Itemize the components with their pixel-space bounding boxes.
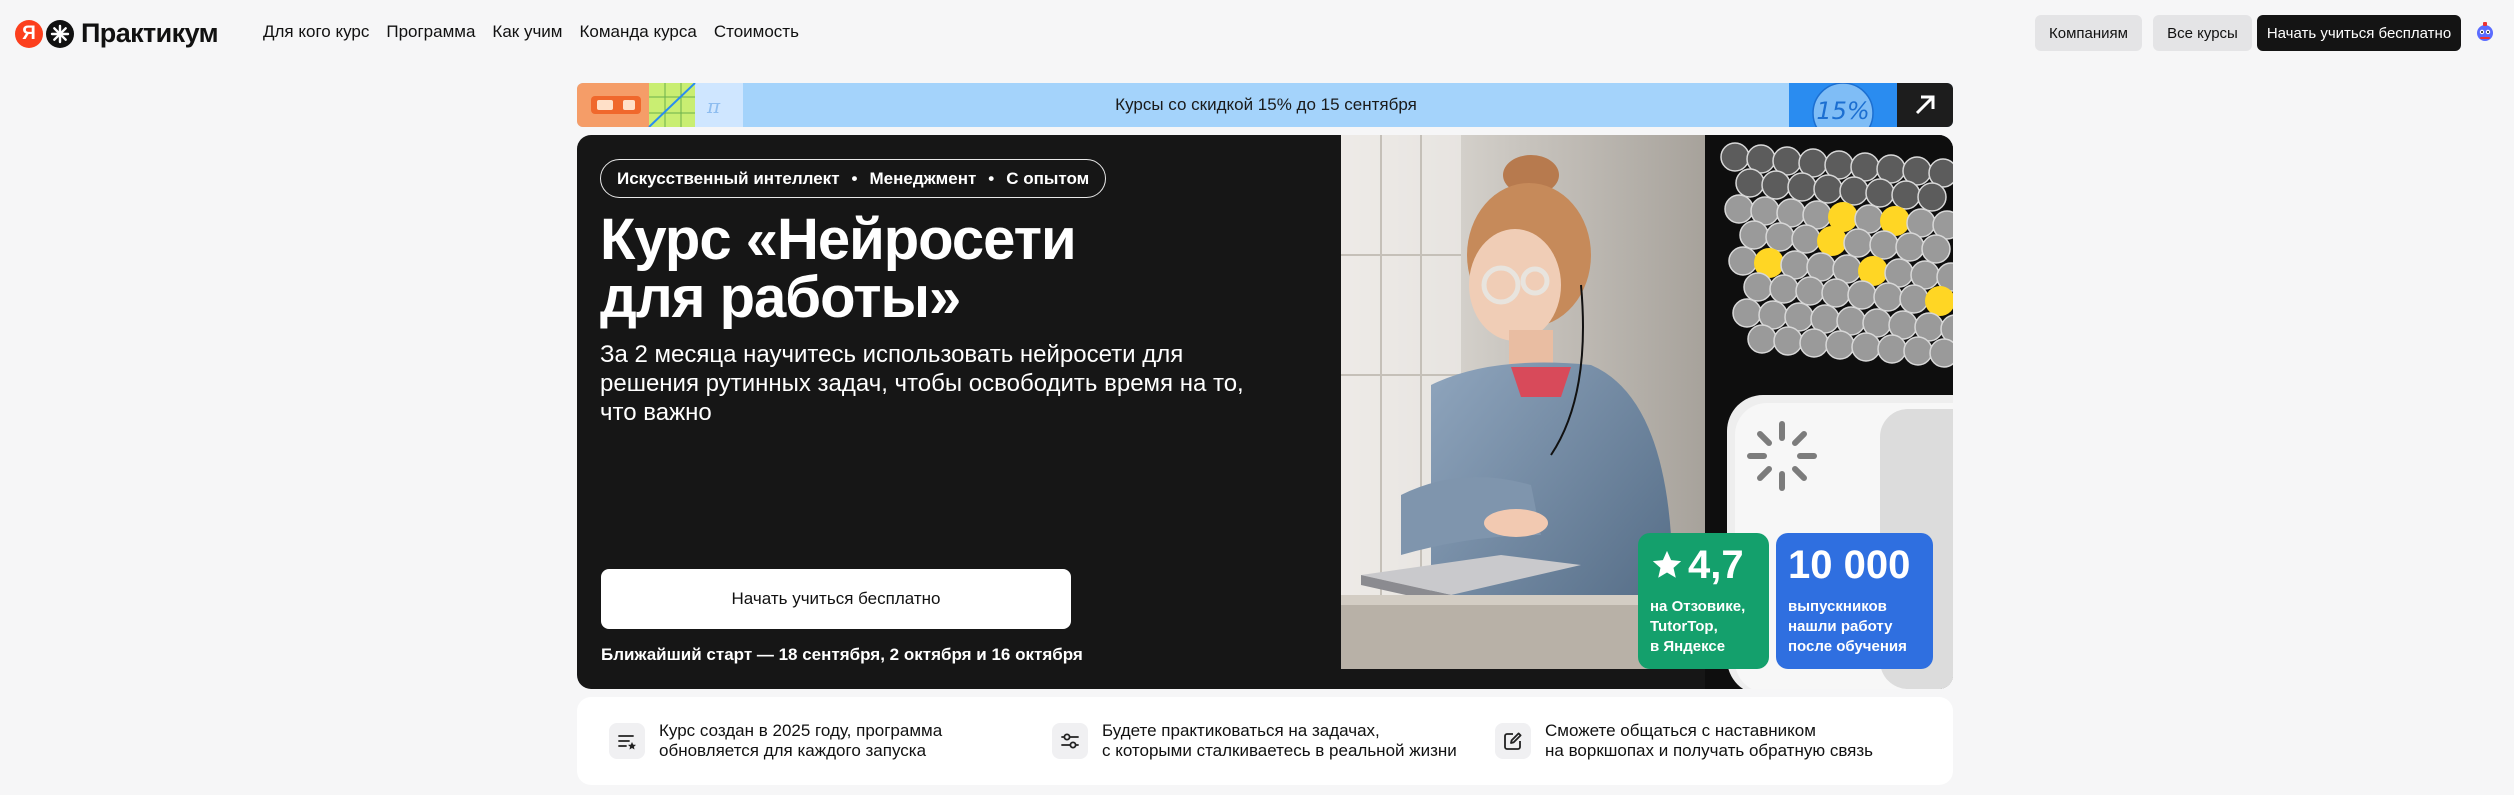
hero-subtitle: За 2 месяца научитесь использовать нейро… [600,341,1244,426]
tag-management: Менеджмент [869,168,977,188]
decorative-dot [1899,284,1929,314]
tag-ai: Искусственный интеллект [617,168,840,188]
decorative-dot [1761,170,1791,200]
site-header: Я Практикум Для кого курс Программа Как … [0,0,2514,64]
decorative-dot [1821,278,1851,308]
decorative-dot [1813,174,1843,204]
decorative-dot [1739,220,1769,250]
decorative-dot [1787,172,1817,202]
feature-item: Курс создан в 2025 году, программа обнов… [609,697,942,785]
decorative-dot [1921,234,1951,264]
decorative-dot [1929,338,1953,368]
decorative-dot [1728,246,1758,276]
decorative-dot [1843,228,1873,258]
feature-item: Сможете общаться с наставником на воркшо… [1495,697,1873,785]
decorative-dot [1895,232,1925,262]
nav-price[interactable]: Стоимость [714,20,799,44]
decorative-dot [1735,168,1765,198]
decorative-dot [1724,194,1754,224]
tag-experienced: С опытом [1006,168,1090,188]
title-line-1: Курс «Нейросети [600,207,1077,272]
decorative-dot [1773,326,1803,356]
user-avatar-icon[interactable] [2473,20,2497,44]
header-start-free-button[interactable]: Начать учиться бесплатно [2257,15,2461,51]
nav-program[interactable]: Программа [386,20,475,44]
graduates-value: 10 000 [1788,543,1911,587]
nav-team[interactable]: Команда курса [579,20,696,44]
hero-section: Искусственный интеллект • Менеджмент • С… [577,135,1953,689]
svg-text:π: π [706,94,721,118]
list-star-icon [609,723,645,759]
promo-text: Курсы со скидкой 15% до 15 сентября [1115,95,1417,114]
decorative-dot [1877,334,1907,364]
companies-button[interactable]: Компаниям [2035,15,2142,51]
decorative-dot [1732,298,1762,328]
decorative-dot [1873,282,1903,312]
yandex-logo-icon: Я [15,19,43,48]
graduates-text: выпускников нашли работу после обучения [1788,598,1907,655]
graduates-card: 10 000 выпускников нашли работу после об… [1776,533,1933,669]
decorative-dot [1747,324,1777,354]
decorative-dot [1847,280,1877,310]
praktikum-star-icon [46,19,74,48]
course-tags: Искусственный интеллект • Менеджмент • С… [600,159,1107,198]
decorative-dot [1799,328,1829,358]
dots-illustration-icon [1705,135,1953,379]
title-line-2: для работы» [600,265,961,330]
rating-text: на Отзовике, TutorTop, в Яндексе [1650,598,1746,655]
decorative-dot [1795,276,1825,306]
promo-banner[interactable]: π Курсы со скидкой 15% до 15 сентября 15… [577,83,1953,127]
decorative-dot [1917,182,1947,212]
main-nav: Для кого курс Программа Как учим Команда… [263,20,816,44]
decorative-dot [1869,230,1899,260]
discount-badge-text: 15% [1816,97,1869,125]
page-title: Курс «Нейросети для работы» [600,211,1300,327]
decorative-dot [1839,176,1869,206]
feature-item: Будете практиковаться на задачах, с кото… [1052,697,1457,785]
nav-for-whom[interactable]: Для кого курс [263,20,369,44]
decorative-dot [1817,226,1847,256]
decorative-dot [1743,272,1773,302]
decorative-dot [1891,180,1921,210]
logo-link[interactable]: Я Практикум [15,18,219,49]
star-icon [1652,550,1682,578]
logo-text: Практикум [81,18,219,48]
decorative-dot [1765,222,1795,252]
rating-value: 4,7 [1688,543,1744,587]
sliders-icon [1052,723,1088,759]
decorative-dot [1865,178,1895,208]
rating-card: 4,7 на Отзовике, TutorTop, в Яндексе [1638,533,1769,669]
edit-icon [1495,723,1531,759]
all-courses-button[interactable]: Все курсы [2153,15,2252,51]
decorative-dot [1851,332,1881,362]
decorative-dot [1769,274,1799,304]
arrow-up-right-icon[interactable] [1897,83,1953,127]
nearest-start-dates: Ближайший старт — 18 сентября, 2 октября… [601,645,1083,664]
decorative-dot [1720,142,1750,172]
decorative-dot [1903,336,1933,366]
features-strip: Курс создан в 2025 году, программа обнов… [577,697,1953,785]
discount-badge-icon: 15% [1789,83,1897,127]
decorative-dot [1791,224,1821,254]
hero-start-free-button[interactable]: Начать учиться бесплатно [601,569,1071,629]
nav-how-we-teach[interactable]: Как учим [492,20,562,44]
promo-decoration-icon: π [577,83,743,127]
decorative-dot [1825,330,1855,360]
